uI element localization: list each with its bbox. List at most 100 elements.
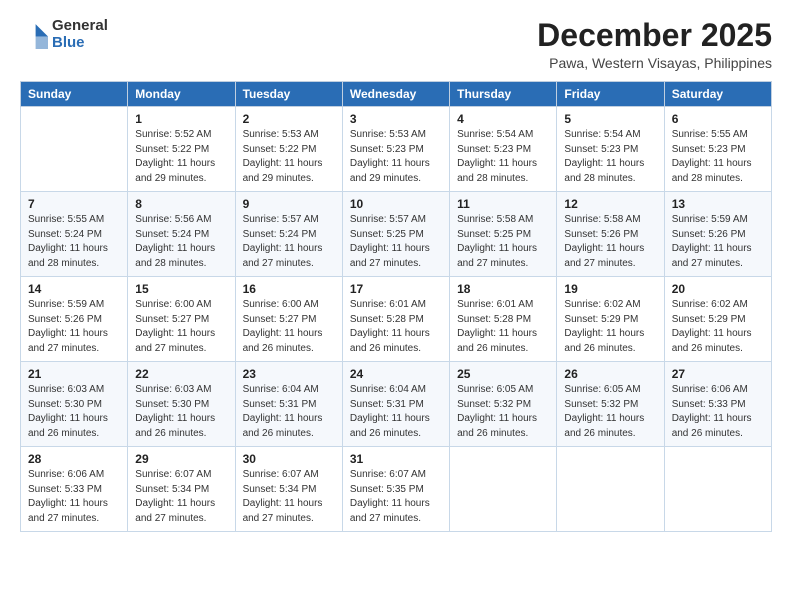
day-number: 12 [564,197,656,211]
day-number: 18 [457,282,549,296]
day-number: 23 [243,367,335,381]
calendar-cell: 31Sunrise: 6:07 AM Sunset: 5:35 PM Dayli… [342,447,449,532]
day-number: 20 [672,282,764,296]
week-row-1: 1 Sunrise: 5:52 AM Sunset: 5:22 PM Daylig… [21,107,772,192]
calendar-cell: 4Sunrise: 5:54 AM Sunset: 5:23 PM Daylig… [450,107,557,192]
day-number: 16 [243,282,335,296]
day-number: 17 [350,282,442,296]
day-number: 8 [135,197,227,211]
weekday-sunday: Sunday [21,82,128,107]
day-info: Sunrise: 5:59 AM Sunset: 5:26 PM Dayligh… [28,298,120,356]
day-info: Sunrise: 5:53 AM Sunset: 5:22 PM Dayligh… [243,128,335,186]
day-number: 1 [135,112,227,126]
calendar-cell [450,447,557,532]
calendar-cell: 24 Sunrise: 6:04 AM Sunset: 5:31 PM Dayli… [342,362,449,447]
calendar-cell: 18Sunrise: 6:01 AM Sunset: 5:28 PM Dayli… [450,277,557,362]
day-info: Sunrise: 5:55 AM Sunset: 5:23 PM Dayligh… [672,128,764,186]
day-number: 22 [135,367,227,381]
day-info: Sunrise: 5:58 AM Sunset: 5:25 PM Dayligh… [457,213,549,271]
calendar-cell: 21 Sunrise: 6:03 AM Sunset: 5:30 PM Dayli… [21,362,128,447]
calendar-cell: 30 Sunrise: 6:07 AM Sunset: 5:34 PM Dayli… [235,447,342,532]
day-info: Sunrise: 6:02 AM Sunset: 5:29 PM Dayligh… [672,298,764,356]
day-info: Sunrise: 6:05 AM Sunset: 5:32 PM Dayligh… [564,383,656,441]
calendar-cell: 11 Sunrise: 5:58 AM Sunset: 5:25 PM Dayli… [450,192,557,277]
day-info: Sunrise: 5:54 AM Sunset: 5:23 PM Dayligh… [564,128,656,186]
calendar-cell: 3 Sunrise: 5:53 AM Sunset: 5:23 PM Daylig… [342,107,449,192]
calendar-cell: 25 Sunrise: 6:05 AM Sunset: 5:32 PM Dayli… [450,362,557,447]
day-info: Sunrise: 6:00 AM Sunset: 5:27 PM Dayligh… [135,298,227,356]
day-number: 10 [350,197,442,211]
day-info: Sunrise: 5:57 AM Sunset: 5:24 PM Dayligh… [243,213,335,271]
calendar-cell: 20 Sunrise: 6:02 AM Sunset: 5:29 PM Dayli… [664,277,771,362]
calendar-cell: 22 Sunrise: 6:03 AM Sunset: 5:30 PM Dayli… [128,362,235,447]
calendar-cell: 9Sunrise: 5:57 AM Sunset: 5:24 PM Daylig… [235,192,342,277]
day-number: 15 [135,282,227,296]
calendar-cell: 28 Sunrise: 6:06 AM Sunset: 5:33 PM Dayli… [21,447,128,532]
day-number: 21 [28,367,120,381]
logo-icon [20,21,48,49]
day-info: Sunrise: 6:05 AM Sunset: 5:32 PM Dayligh… [457,383,549,441]
day-info: Sunrise: 5:53 AM Sunset: 5:23 PM Dayligh… [350,128,442,186]
day-info: Sunrise: 6:02 AM Sunset: 5:29 PM Dayligh… [564,298,656,356]
calendar-cell: 10Sunrise: 5:57 AM Sunset: 5:25 PM Dayli… [342,192,449,277]
day-info: Sunrise: 5:55 AM Sunset: 5:24 PM Dayligh… [28,213,120,271]
day-info: Sunrise: 5:52 AM Sunset: 5:22 PM Dayligh… [135,128,227,186]
logo-text: General Blue [52,18,108,51]
day-info: Sunrise: 5:58 AM Sunset: 5:26 PM Dayligh… [564,213,656,271]
weekday-friday: Friday [557,82,664,107]
header: General Blue December 2025 Pawa, Western… [20,18,772,71]
logo-blue: Blue [52,35,108,52]
calendar: SundayMondayTuesdayWednesdayThursdayFrid… [20,81,772,532]
day-info: Sunrise: 5:59 AM Sunset: 5:26 PM Dayligh… [672,213,764,271]
weekday-monday: Monday [128,82,235,107]
day-number: 6 [672,112,764,126]
calendar-cell: 6 Sunrise: 5:55 AM Sunset: 5:23 PM Daylig… [664,107,771,192]
title-block: December 2025 Pawa, Western Visayas, Phi… [537,18,772,71]
week-row-3: 14 Sunrise: 5:59 AM Sunset: 5:26 PM Dayli… [21,277,772,362]
calendar-cell: 23 Sunrise: 6:04 AM Sunset: 5:31 PM Dayli… [235,362,342,447]
day-info: Sunrise: 6:03 AM Sunset: 5:30 PM Dayligh… [28,383,120,441]
logo: General Blue [20,18,108,51]
day-info: Sunrise: 6:06 AM Sunset: 5:33 PM Dayligh… [672,383,764,441]
day-number: 24 [350,367,442,381]
calendar-cell: 15 Sunrise: 6:00 AM Sunset: 5:27 PM Dayli… [128,277,235,362]
day-info: Sunrise: 6:07 AM Sunset: 5:34 PM Dayligh… [243,468,335,526]
day-number: 4 [457,112,549,126]
day-number: 3 [350,112,442,126]
page: General Blue December 2025 Pawa, Western… [0,0,792,612]
day-number: 30 [243,452,335,466]
week-row-5: 28 Sunrise: 6:06 AM Sunset: 5:33 PM Dayli… [21,447,772,532]
weekday-tuesday: Tuesday [235,82,342,107]
weekday-wednesday: Wednesday [342,82,449,107]
day-number: 14 [28,282,120,296]
day-number: 7 [28,197,120,211]
day-number: 11 [457,197,549,211]
day-info: Sunrise: 5:56 AM Sunset: 5:24 PM Dayligh… [135,213,227,271]
day-number: 27 [672,367,764,381]
week-row-4: 21 Sunrise: 6:03 AM Sunset: 5:30 PM Dayli… [21,362,772,447]
day-info: Sunrise: 6:04 AM Sunset: 5:31 PM Dayligh… [243,383,335,441]
calendar-cell: 13Sunrise: 5:59 AM Sunset: 5:26 PM Dayli… [664,192,771,277]
calendar-cell [21,107,128,192]
day-number: 29 [135,452,227,466]
calendar-cell: 2Sunrise: 5:53 AM Sunset: 5:22 PM Daylig… [235,107,342,192]
day-number: 26 [564,367,656,381]
day-number: 5 [564,112,656,126]
calendar-cell: 16Sunrise: 6:00 AM Sunset: 5:27 PM Dayli… [235,277,342,362]
logo-general: General [52,18,108,35]
day-info: Sunrise: 6:06 AM Sunset: 5:33 PM Dayligh… [28,468,120,526]
calendar-cell: 12 Sunrise: 5:58 AM Sunset: 5:26 PM Dayli… [557,192,664,277]
weekday-header-row: SundayMondayTuesdayWednesdayThursdayFrid… [21,82,772,107]
weekday-thursday: Thursday [450,82,557,107]
calendar-cell: 26 Sunrise: 6:05 AM Sunset: 5:32 PM Dayli… [557,362,664,447]
day-number: 25 [457,367,549,381]
day-number: 31 [350,452,442,466]
weekday-saturday: Saturday [664,82,771,107]
day-info: Sunrise: 6:01 AM Sunset: 5:28 PM Dayligh… [350,298,442,356]
location: Pawa, Western Visayas, Philippines [537,55,772,71]
day-info: Sunrise: 6:04 AM Sunset: 5:31 PM Dayligh… [350,383,442,441]
calendar-cell [664,447,771,532]
calendar-cell: 19Sunrise: 6:02 AM Sunset: 5:29 PM Dayli… [557,277,664,362]
day-info: Sunrise: 6:03 AM Sunset: 5:30 PM Dayligh… [135,383,227,441]
day-number: 28 [28,452,120,466]
